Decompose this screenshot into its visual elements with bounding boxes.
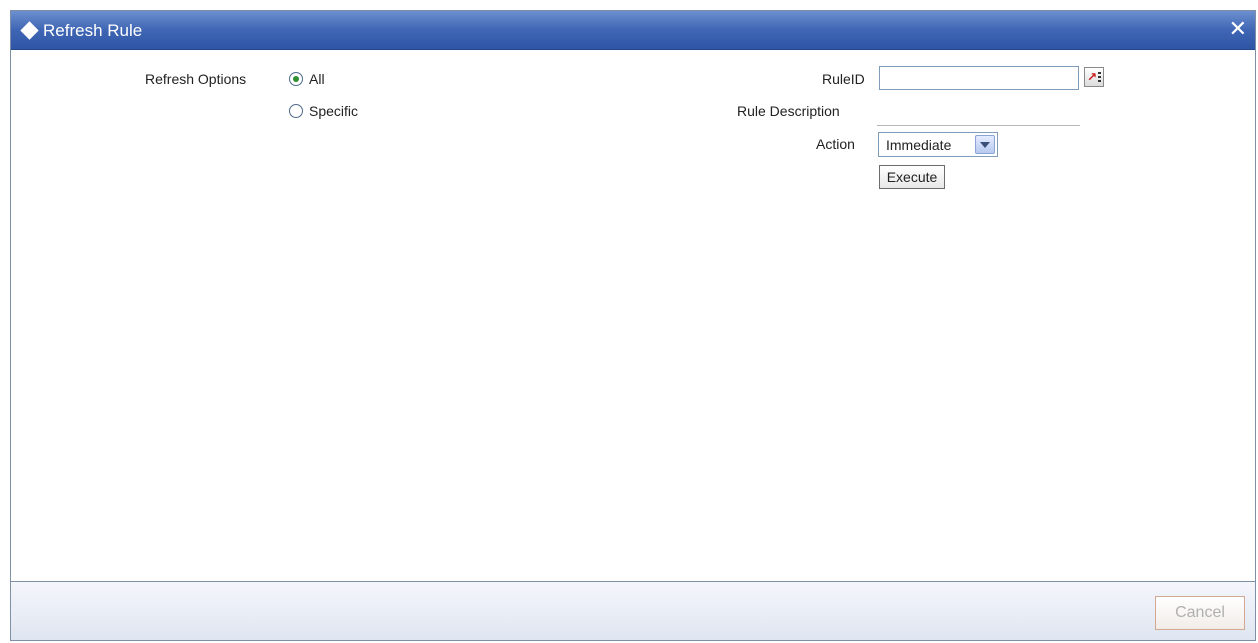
- cancel-button[interactable]: Cancel: [1155, 596, 1245, 630]
- execute-button[interactable]: Execute: [879, 165, 945, 189]
- rule-description-value: [877, 125, 1080, 126]
- radio-all[interactable]: [289, 72, 303, 86]
- rule-description-label: Rule Description: [737, 103, 840, 119]
- radio-option-all[interactable]: All: [289, 71, 325, 87]
- action-selected-value: Immediate: [886, 136, 952, 153]
- lov-search-icon[interactable]: ↗: [1084, 67, 1104, 87]
- radio-option-specific[interactable]: Specific: [289, 103, 358, 119]
- refresh-options-label: Refresh Options: [145, 71, 247, 87]
- footer-bar: Cancel: [11, 581, 1255, 640]
- refresh-rule-window: Refresh Rule ✕ Refresh Options All Speci…: [10, 10, 1256, 641]
- radio-all-label: All: [309, 71, 325, 87]
- lov-arrow-icon: ↗: [1086, 70, 1098, 84]
- action-select[interactable]: Immediate: [878, 132, 998, 157]
- radio-specific-label: Specific: [309, 103, 359, 119]
- close-icon[interactable]: ✕: [1229, 16, 1247, 42]
- diamond-icon: [20, 21, 39, 40]
- action-label: Action: [816, 136, 855, 152]
- window-title: Refresh Rule: [43, 21, 143, 40]
- title-bar: Refresh Rule ✕: [11, 11, 1255, 50]
- lov-list-icon: [1098, 72, 1102, 82]
- rule-id-input[interactable]: [879, 66, 1079, 90]
- radio-specific[interactable]: [289, 104, 303, 118]
- radio-selected-dot: [293, 76, 299, 82]
- chevron-down-icon[interactable]: [975, 135, 995, 154]
- rule-id-label: RuleID: [822, 71, 865, 87]
